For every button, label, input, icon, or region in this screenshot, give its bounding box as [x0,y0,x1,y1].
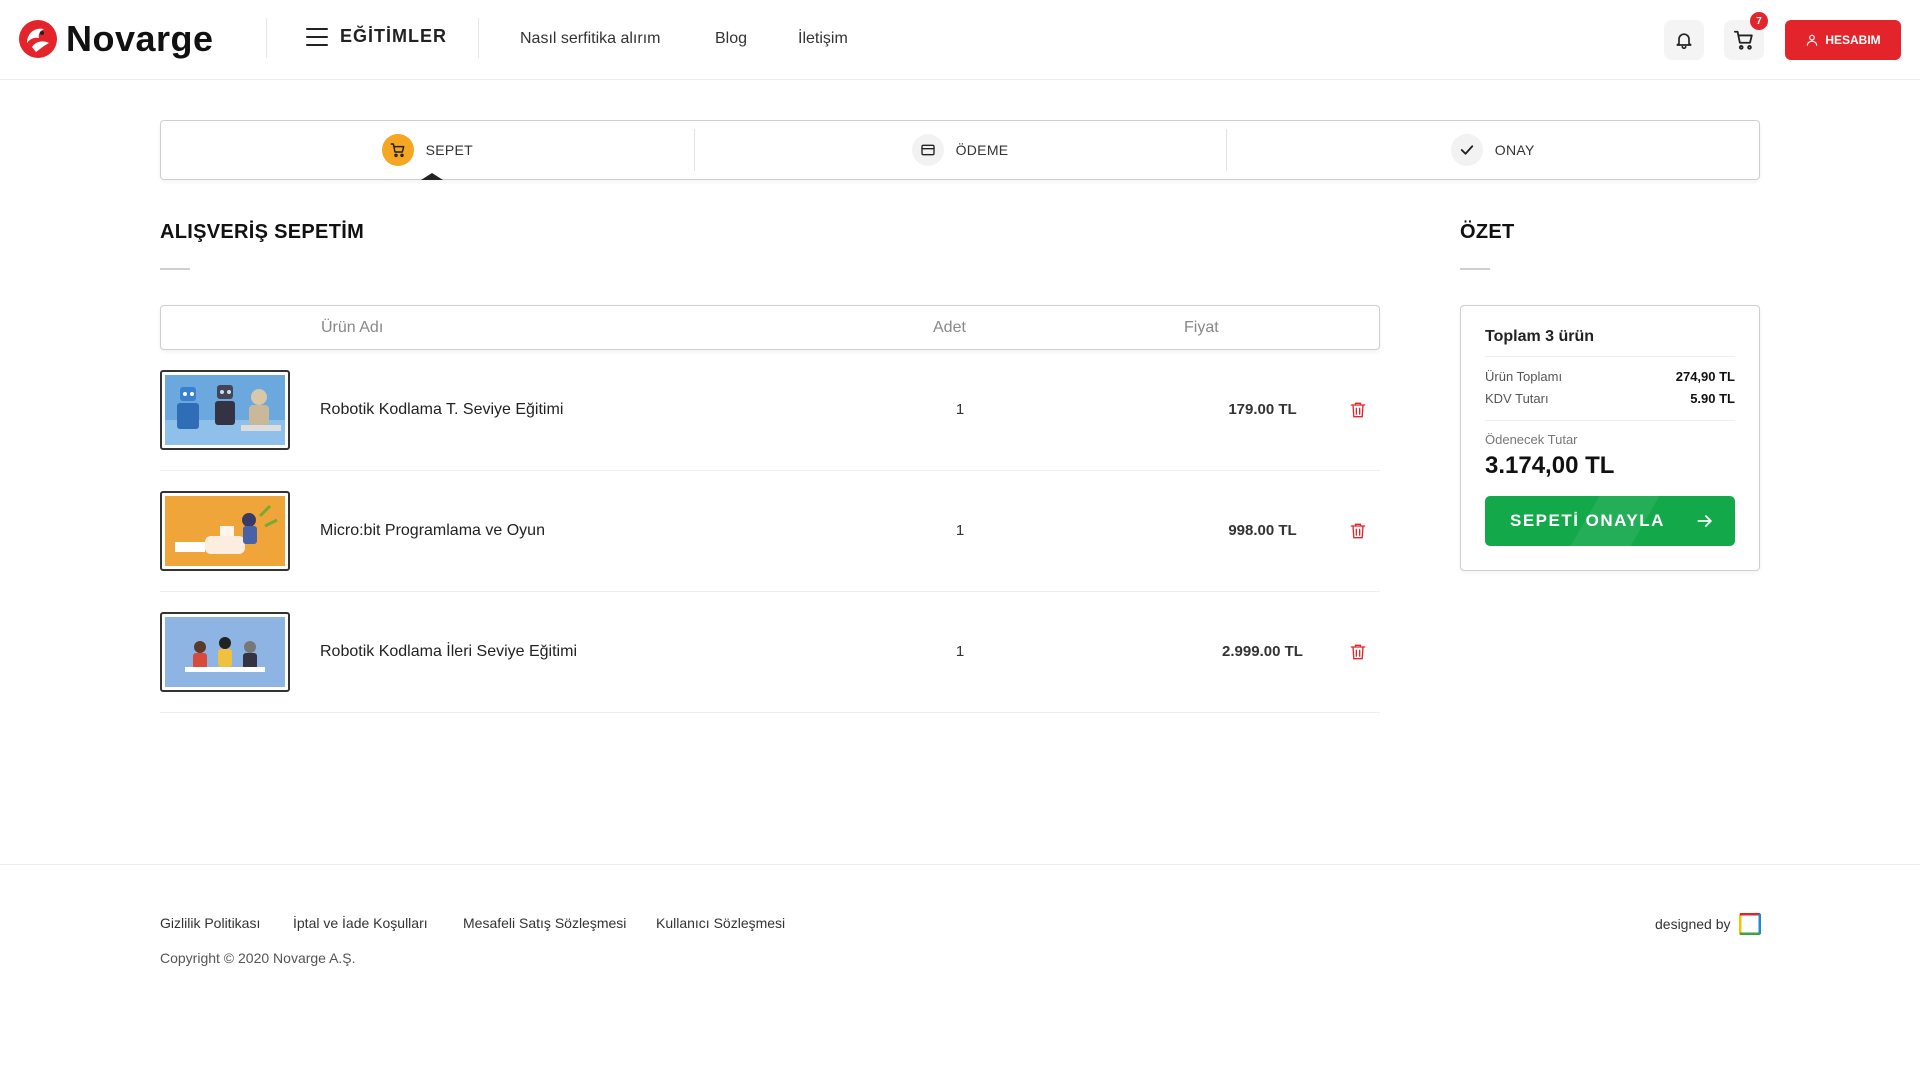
step-confirm-label: ONAY [1494,142,1535,158]
header-divider [478,18,479,58]
step-payment-icon-wrap [911,134,944,166]
notifications-button[interactable] [1664,20,1704,60]
column-product-name: Ürün Adı [321,319,384,336]
vat-row: KDV Tutarı 5.90 TL [1485,391,1735,406]
arrow-right-icon [1697,515,1712,527]
cart-icon [1733,30,1753,50]
product-name[interactable]: Micro:bit Programlama ve Oyun [320,522,545,540]
nav-link-blog[interactable]: Blog [715,30,747,48]
product-price: 179.00 TL [1228,401,1297,418]
courses-menu-label: EĞİTİMLER [340,26,447,46]
user-icon [1807,34,1818,46]
nav-link-contact[interactable]: İletişim [798,30,848,48]
hamburger-icon [306,27,328,46]
brand-name: Novarge [66,18,214,59]
header-divider [266,18,267,58]
payable-value: 3.174,00 TL [1485,452,1615,479]
cart-title: ALIŞVERİŞ SEPETİM [160,221,365,243]
footer-link-distance-sales[interactable]: Mesafeli Satış Sözleşmesi [463,915,626,931]
footer-link-cancel-return[interactable]: İptal ve İade Koşulları [293,915,428,931]
product-quantity: 1 [955,401,965,418]
summary-title-underline [1460,268,1490,270]
step-payment-label: ÖDEME [955,142,1009,158]
checkout-stepper: SEPET ÖDEME ONAY [160,120,1760,180]
robots-image [165,375,285,445]
vat-value: 5.90 TL [1690,391,1735,406]
cart-button[interactable]: 7 [1724,12,1768,60]
step-confirm-icon-wrap [1450,134,1483,166]
footer-divider [0,864,1920,865]
bell-icon [1676,33,1692,50]
cart-title-underline [160,268,190,270]
trash-icon[interactable] [1348,642,1368,662]
cart-row: Micro:bit Programlama ve Oyun 1 998.00 T… [160,471,1380,592]
cart-row: Robotik Kodlama İleri Seviye Eğitimi 1 2… [160,592,1380,713]
footer-link-privacy[interactable]: Gizlilik Politikası [160,915,260,931]
cart-table-header: Ürün Adı Adet Fiyat [160,305,1380,350]
summary-divider [1485,420,1735,421]
agency-logo-icon [1738,913,1761,935]
product-price: 2.999.00 TL [1222,643,1303,660]
brand-logo[interactable]: Novarge [18,18,214,60]
site-header: Novarge EĞİTİMLER Nasıl serfitika alırım… [0,0,1920,80]
account-button[interactable]: HESABIM [1785,20,1901,60]
product-price: 998.00 TL [1228,522,1297,539]
check-icon [1460,145,1473,155]
confirm-cart-label: SEPETİ ONAYLA [1510,511,1665,530]
step-cart[interactable]: SEPET [161,121,694,180]
confirm-cart-button[interactable]: SEPETİ ONAYLA [1485,496,1735,546]
product-total-value: 274,90 TL [1675,369,1735,384]
product-thumbnail[interactable] [160,491,290,571]
step-cart-label: SEPET [425,142,474,158]
column-price: Fiyat [1184,319,1219,336]
step-cart-icon-wrap [381,134,414,166]
nav-link-certificate[interactable]: Nasıl serfitika alırım [520,30,660,48]
product-name[interactable]: Robotik Kodlama İleri Seviye Eğitimi [320,643,577,661]
column-quantity: Adet [933,319,966,336]
step-payment[interactable]: ÖDEME [693,121,1227,179]
product-quantity: 1 [955,522,965,539]
step-confirm[interactable]: ONAY [1226,121,1759,179]
designed-by-label: designed by [1655,916,1731,932]
payable-label: Ödenecek Tutar [1485,432,1578,447]
cart-count-badge: 7 [1750,12,1768,30]
courses-menu-button[interactable]: EĞİTİMLER [306,26,447,47]
cart-icon [390,143,405,158]
parrot-logo-icon [19,20,57,58]
credit-card-icon [920,144,935,156]
vat-label: KDV Tutarı [1485,391,1549,406]
summary-divider [1485,356,1735,357]
total-items-count: Toplam 3 ürün [1485,328,1595,345]
product-total-label: Ürün Toplamı [1485,369,1563,384]
product-name[interactable]: Robotik Kodlama T. Seviye Eğitimi [320,401,563,419]
microbit-illustration-image [165,496,285,566]
order-summary-card: Toplam 3 ürün Ürün Toplamı 274,90 TL KDV… [1460,305,1760,571]
cart-row: Robotik Kodlama T. Seviye Eğitimi 1 179.… [160,350,1380,471]
designed-by[interactable]: designed by [1655,913,1761,935]
product-total-row: Ürün Toplamı 274,90 TL [1485,369,1735,384]
copyright-text: Copyright © 2020 Novarge A.Ş. [160,950,356,966]
trash-icon[interactable] [1348,521,1368,541]
product-thumbnail[interactable] [160,612,290,692]
product-thumbnail[interactable] [160,370,290,450]
product-quantity: 1 [955,643,965,660]
students-illustration-image [165,617,285,687]
trash-icon[interactable] [1348,400,1368,420]
account-label: HESABIM [1825,33,1881,47]
footer-link-user-agreement[interactable]: Kullanıcı Sözleşmesi [656,915,785,931]
active-step-pointer [421,173,443,180]
summary-title: ÖZET [1460,221,1515,243]
